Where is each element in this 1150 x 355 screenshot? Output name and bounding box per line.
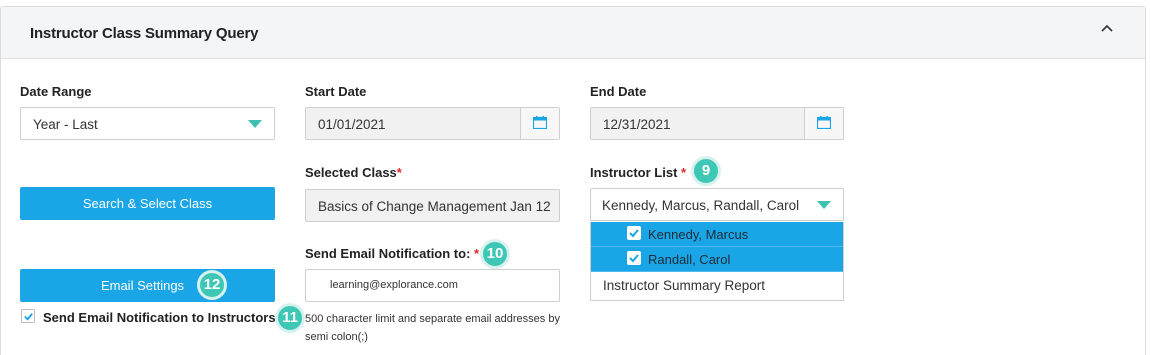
chevron-up-icon[interactable] (1099, 21, 1115, 37)
selected-class-label-text: Selected Class (305, 165, 397, 180)
callout-badge-10: 10 (480, 239, 510, 269)
selected-class-field: Basics of Change Management Jan 12 (305, 189, 560, 222)
query-panel: Instructor Class Summary Query (0, 6, 1146, 355)
option-checkbox[interactable] (627, 226, 641, 240)
callout-badge-11: 11 (275, 303, 305, 333)
panel-header: Instructor Class Summary Query (1, 7, 1145, 59)
date-range-select[interactable]: Year - Last (20, 107, 275, 140)
instructor-list-value: Kennedy, Marcus, Randall, Carol (602, 198, 800, 213)
calendar-icon (817, 116, 831, 129)
date-range-label: Date Range (20, 84, 92, 99)
required-mark: * (681, 165, 687, 180)
date-range-value: Year - Last (33, 117, 98, 132)
instructor-dropdown-list: Kennedy, Marcus Randall, Carol Instructo… (590, 222, 844, 301)
email-settings-button[interactable]: Email Settings (20, 269, 275, 302)
end-date-value: 12/31/2021 (603, 117, 671, 132)
option-label: Randall, Carol (648, 252, 731, 267)
start-date-label: Start Date (305, 84, 367, 99)
calendar-icon (533, 116, 547, 129)
caret-down-icon (817, 201, 831, 209)
callout-badge-9: 9 (691, 156, 721, 186)
email-notification-label-text: Send Email Notification to: (305, 246, 471, 261)
email-notification-label: Send Email Notification to: * (305, 246, 479, 261)
selected-class-label: Selected Class* (305, 165, 402, 180)
email-hint-text: 500 character limit and separate email a… (305, 313, 560, 343)
panel-title: Instructor Class Summary Query (30, 25, 259, 42)
instructor-option-randall[interactable]: Randall, Carol (591, 247, 843, 272)
callout-badge-12: 12 (197, 270, 227, 300)
selected-class-value: Basics of Change Management Jan 12 (318, 199, 551, 214)
option-label: Instructor Summary Report (603, 278, 766, 293)
instructor-option-kennedy[interactable]: Kennedy, Marcus (591, 222, 843, 247)
start-date-value: 01/01/2021 (318, 117, 386, 132)
email-notification-input[interactable]: learning@explorance.com (305, 269, 560, 302)
instructor-list-label: Instructor List * (590, 165, 686, 180)
instructor-summary-report-option[interactable]: Instructor Summary Report (591, 272, 843, 300)
start-date-calendar-button[interactable] (520, 108, 559, 139)
option-checkbox[interactable] (627, 251, 641, 265)
end-date-field[interactable]: 12/31/2021 (590, 107, 844, 140)
instructor-list-select[interactable]: Kennedy, Marcus, Randall, Carol (590, 188, 844, 221)
send-to-instructors-checkbox[interactable] (21, 309, 35, 323)
option-label: Kennedy, Marcus (648, 227, 749, 242)
check-icon (24, 313, 33, 321)
caret-down-icon (248, 120, 262, 128)
check-icon (629, 254, 639, 263)
required-mark: * (396, 165, 402, 180)
start-date-field[interactable]: 01/01/2021 (305, 107, 560, 140)
search-select-class-button[interactable]: Search & Select Class (20, 187, 275, 220)
email-notification-value: learning@explorance.com (330, 279, 458, 291)
end-date-label: End Date (590, 84, 647, 99)
check-icon (629, 229, 639, 238)
required-mark: * (474, 246, 480, 261)
instructor-list-label-text: Instructor List (590, 165, 678, 180)
end-date-calendar-button[interactable] (804, 108, 843, 139)
send-to-instructors-label: Send Email Notification to Instructors (43, 310, 276, 325)
